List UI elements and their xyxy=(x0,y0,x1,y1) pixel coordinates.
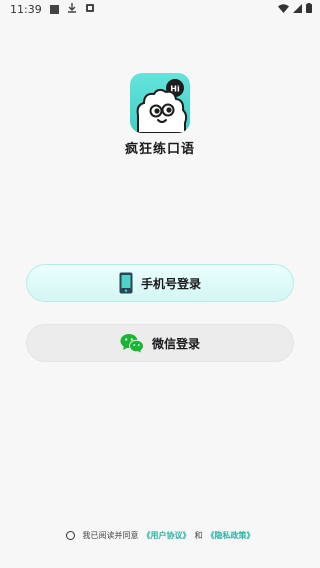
wechat-icon xyxy=(120,333,144,353)
phone-login-button[interactable]: 手机号登录 xyxy=(26,264,294,302)
user-agreement-link[interactable]: 《用户协议》 xyxy=(143,530,191,541)
agreement-checkbox[interactable] xyxy=(65,531,75,540)
signal-icon xyxy=(293,3,302,16)
notification-square-icon xyxy=(49,4,59,14)
phone-login-label: 手机号登录 xyxy=(140,276,201,291)
agreement-prefix: 我已阅读并同意 xyxy=(82,531,139,540)
wechat-login-button[interactable]: 微信登录 xyxy=(26,324,294,362)
wifi-icon xyxy=(278,3,289,16)
battery-icon xyxy=(306,2,312,16)
privacy-policy-link[interactable]: 《隐私政策》 xyxy=(207,530,255,541)
status-right xyxy=(278,2,312,16)
status-left: 11:39 xyxy=(10,2,95,16)
app-logo: Hi xyxy=(130,73,190,133)
mascot-logo-icon: Hi xyxy=(136,79,188,133)
agreement-row: 我已阅读并同意 《用户协议》 和 《隐私政策》 xyxy=(0,530,320,541)
app-name: 疯狂练口语 xyxy=(124,142,195,157)
wechat-login-label: 微信登录 xyxy=(151,336,200,351)
phone-icon xyxy=(119,272,133,294)
status-time: 11:39 xyxy=(10,2,42,16)
agreement-conjunction: 和 xyxy=(194,531,203,540)
download-icon xyxy=(67,2,77,16)
notification-app-icon xyxy=(85,3,95,16)
status-bar: 11:39 xyxy=(0,0,320,18)
